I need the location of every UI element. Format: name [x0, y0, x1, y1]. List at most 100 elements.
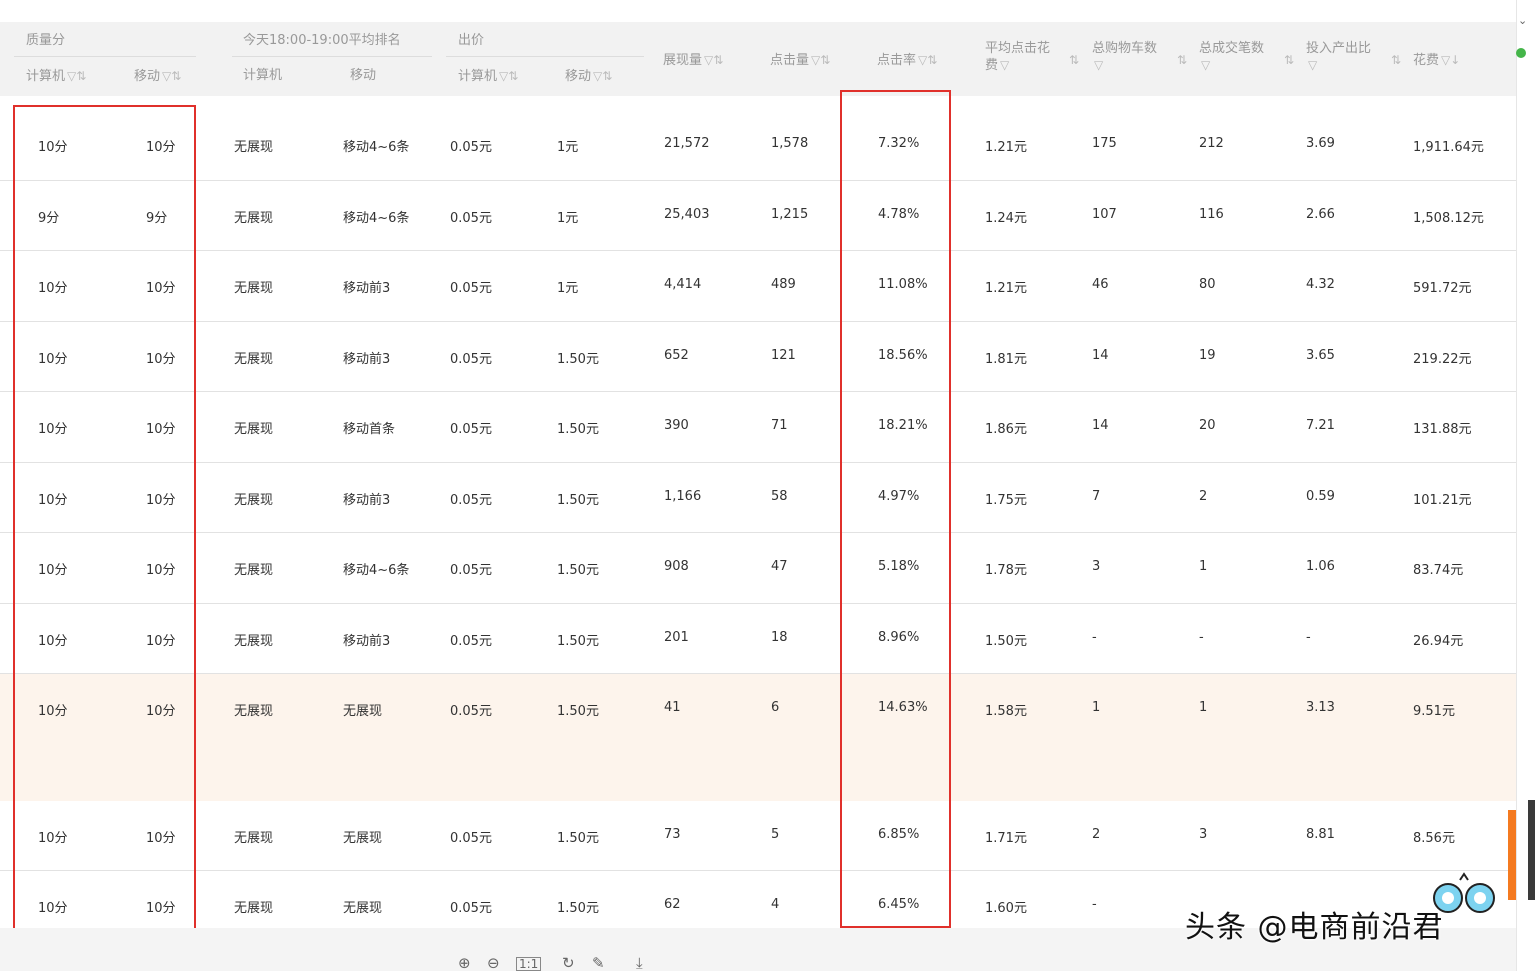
cell-avg-cpc: 1.50元: [985, 634, 1027, 649]
cell-carts: 14: [1092, 348, 1109, 363]
cell-orders: 19: [1199, 348, 1216, 363]
cell-bid-mobile: 1.50元: [557, 704, 599, 719]
filter-icon[interactable]: ▽: [1308, 58, 1317, 72]
header-bid-mobile[interactable]: 移动 ▽⇅: [565, 68, 612, 85]
cell-bid-mobile: 1元: [557, 140, 579, 155]
cell-quality-mobile: 10分: [146, 563, 176, 578]
cell-clicks: 6: [771, 700, 780, 715]
download-icon[interactable]: ⤓: [636, 954, 643, 971]
cell-cost: 1,911.64元: [1413, 140, 1484, 155]
table-row[interactable]: 10分 10分 无展现 无展现 0.05元 1.50元 73 5 6.85% 1.71元 2 3 8.8…: [0, 801, 1516, 871]
header-bid-pc[interactable]: 计算机 ▽⇅: [458, 68, 518, 85]
cell-avg-cpc: 1.71元: [985, 831, 1027, 846]
table-row[interactable]: 10分 10分 无展现 移动前3 0.05元 1.50元 201 18 8.96% 1.50元 - -…: [0, 604, 1516, 674]
filter-icon[interactable]: ▽: [1201, 58, 1210, 72]
cell-roi: 8.81: [1306, 827, 1335, 842]
header-rank-mobile: 移动: [350, 68, 377, 83]
cell-quality-mobile: 10分: [146, 493, 176, 508]
side-tab[interactable]: [1508, 810, 1516, 900]
zoom-in-icon[interactable]: ⊕: [458, 954, 471, 971]
table-row[interactable]: 10分 10分 无展现 移动前3 0.05元 1.50元 1,166 58 4.97% 1.75元…: [0, 463, 1516, 533]
cell-rank-mobile: 移动4~6条: [343, 140, 410, 155]
cell-carts: 1: [1092, 700, 1101, 715]
table-row[interactable]: 9分 9分 无展现 移动4~6条 0.05元 1元 25,403 1,215 4.78% 1.24…: [0, 181, 1516, 251]
cell-impressions: 1,166: [664, 489, 702, 504]
cell-quality-mobile: 9分: [146, 211, 168, 226]
cell-clicks: 18: [771, 630, 788, 645]
cell-bid-pc: 0.05元: [450, 281, 492, 296]
table-row[interactable]: 10分 10分 无展现 移动4~6条 0.05元 1.50元 908 47 5.18% 1.78元…: [0, 533, 1516, 604]
table-row[interactable]: 10分 10分 无展现 移动4~6条 0.05元 1元 21,572 1,578 7.32% 1.…: [0, 96, 1516, 181]
cell-rank-pc: 无展现: [234, 563, 274, 578]
filter-sort-icon[interactable]: ▽⇅: [704, 53, 723, 67]
filter-sort-desc-icon[interactable]: ▽↓: [1441, 53, 1460, 67]
cell-orders: 1: [1199, 559, 1208, 574]
cell-orders: 80: [1199, 277, 1216, 292]
cell-clicks: 47: [771, 559, 788, 574]
cell-clicks: 121: [771, 348, 796, 363]
cell-carts: 46: [1092, 277, 1109, 292]
header-quality-mobile[interactable]: 移动 ▽⇅: [134, 68, 181, 85]
sort-icon[interactable]: ⇅: [1067, 52, 1079, 69]
cell-cost: 219.22元: [1413, 352, 1472, 367]
header-cost[interactable]: 花费 ▽↓: [1413, 52, 1460, 69]
rotate-icon[interactable]: ↻: [562, 954, 575, 971]
sort-icon[interactable]: ⇅: [1389, 52, 1401, 69]
filter-sort-icon[interactable]: ▽⇅: [499, 69, 518, 83]
header-clicks[interactable]: 点击量 ▽⇅: [770, 52, 830, 69]
table-row[interactable]: 10分 10分 无展现 移动前3 0.05元 1.50元 652 121 18.56% 1.81元…: [0, 322, 1516, 392]
cell-quality-pc: 10分: [38, 140, 68, 155]
header-group-quality: 质量分: [26, 33, 66, 48]
filter-sort-icon[interactable]: ▽⇅: [918, 53, 937, 67]
cell-ctr: 8.96%: [878, 630, 920, 645]
cell-orders: 212: [1199, 136, 1224, 151]
header-quality-pc[interactable]: 计算机 ▽⇅: [26, 68, 86, 85]
cell-ctr: 6.45%: [878, 897, 920, 912]
filter-sort-icon[interactable]: ▽⇅: [593, 69, 612, 83]
cell-orders: 1: [1199, 700, 1208, 715]
status-dot-icon: [1516, 48, 1526, 58]
header-impressions[interactable]: 展现量 ▽⇅: [663, 52, 723, 69]
cell-rank-mobile: 移动前3: [343, 352, 391, 367]
filter-icon[interactable]: ▽: [1000, 58, 1009, 72]
filter-sort-icon[interactable]: ▽⇅: [811, 53, 830, 67]
cell-cost: 101.21元: [1413, 493, 1472, 508]
zoom-out-icon[interactable]: ⊖: [487, 954, 500, 971]
filter-sort-icon[interactable]: ▽⇅: [162, 69, 181, 83]
edit-icon[interactable]: ✎: [592, 954, 605, 971]
table-row[interactable]: 10分 10分 无展现 移动首条 0.05元 1.50元 390 71 18.21% 1.86元 1…: [0, 392, 1516, 463]
chevron-down-icon[interactable]: ⌄: [1518, 14, 1527, 27]
filter-icon[interactable]: ▽: [1094, 58, 1103, 72]
header-orders[interactable]: 总成交笔数▽: [1199, 41, 1275, 74]
filter-sort-icon[interactable]: ▽⇅: [67, 69, 86, 83]
cell-quality-pc: 10分: [38, 901, 68, 916]
side-scroll-tab[interactable]: [1528, 800, 1535, 900]
cell-roi: 4.32: [1306, 277, 1335, 292]
cell-impressions: 25,403: [664, 207, 710, 222]
header-group-rank: 今天18:00-19:00平均排名: [243, 33, 401, 48]
cell-avg-cpc: 1.60元: [985, 901, 1027, 916]
table-row[interactable]: [0, 744, 1516, 801]
cell-rank-pc: 无展现: [234, 211, 274, 226]
cell-rank-pc: 无展现: [234, 281, 274, 296]
sort-icon[interactable]: ⇅: [1175, 52, 1187, 69]
cell-impressions: 908: [664, 559, 689, 574]
cell-bid-pc: 0.05元: [450, 634, 492, 649]
header-carts[interactable]: 总购物车数▽: [1092, 41, 1168, 74]
table-header: 质量分 计算机 ▽⇅ 移动 ▽⇅ 今天18:00-19:00平均排名 计算机 移动 …: [0, 22, 1516, 96]
table-row[interactable]: 10分 10分 无展现 移动前3 0.05元 1元 4,414 489 11.08% 1.21元 4…: [0, 251, 1516, 322]
cell-bid-mobile: 1.50元: [557, 901, 599, 916]
header-avg-cpc[interactable]: 平均点击花费 ▽: [985, 41, 1061, 74]
cell-carts: 14: [1092, 418, 1109, 433]
fit-icon[interactable]: 1:1: [516, 957, 542, 971]
header-ctr[interactable]: 点击率 ▽⇅: [877, 52, 937, 69]
cell-avg-cpc: 1.78元: [985, 563, 1027, 578]
header-roi[interactable]: 投入产出比▽: [1306, 41, 1382, 74]
sort-icon[interactable]: ⇅: [1282, 52, 1294, 69]
cell-bid-mobile: 1.50元: [557, 352, 599, 367]
cell-roi: 1.06: [1306, 559, 1335, 574]
cell-quality-pc: 10分: [38, 281, 68, 296]
top-bar: [0, 0, 1535, 22]
cell-bid-mobile: 1元: [557, 281, 579, 296]
table-row[interactable]: 10分 10分 无展现 无展现 0.05元 1.50元 41 6 14.63% 1.58元 1 1 3.…: [0, 674, 1516, 744]
